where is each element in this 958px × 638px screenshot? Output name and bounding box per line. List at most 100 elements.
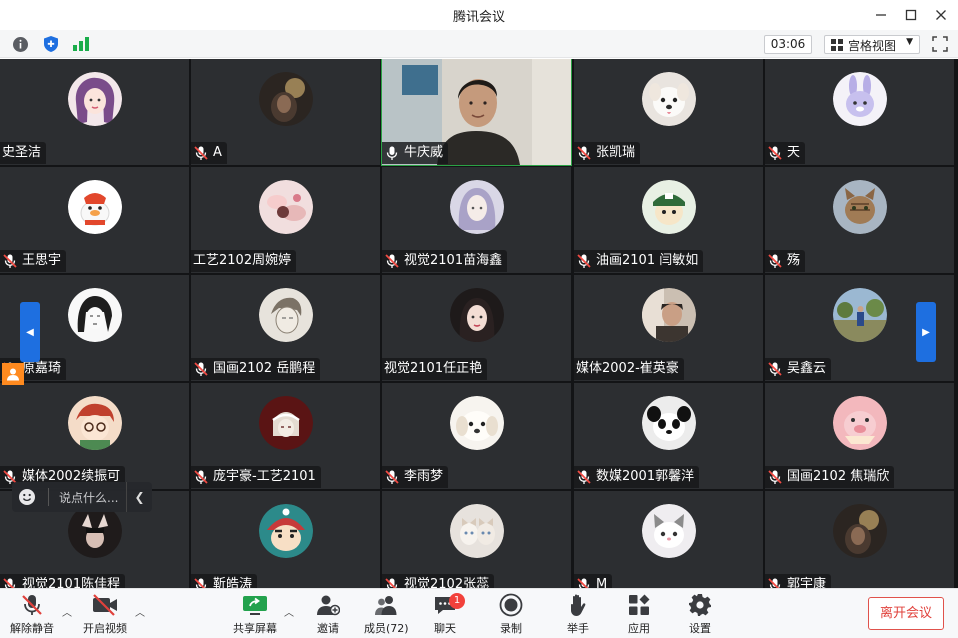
- leave-meeting-button[interactable]: 离开会议: [868, 597, 944, 630]
- raise-hand-button[interactable]: 举手: [564, 592, 592, 638]
- chevron-left-icon: ◀: [26, 326, 34, 338]
- view-mode-label: 宫格视图: [848, 39, 897, 53]
- minimize-button[interactable]: [869, 4, 893, 26]
- window-title: 腾讯会议: [452, 10, 505, 25]
- participant-name-label: 王思宇: [0, 250, 67, 272]
- participant-tile[interactable]: 郭宇康: [765, 491, 954, 588]
- avatar: [68, 288, 122, 342]
- chevron-up-icon: ︿: [284, 608, 294, 619]
- start-video-button[interactable]: 开启视频: [83, 592, 127, 638]
- participant-tile[interactable]: 媒体2002续振可: [0, 383, 189, 489]
- participant-name-label: 数媒2001郭馨洋: [574, 466, 700, 488]
- members-button[interactable]: 成员(72): [364, 592, 409, 638]
- mic-muted-icon: [768, 362, 782, 376]
- invite-button[interactable]: 邀请: [314, 592, 342, 638]
- avatar: [259, 288, 313, 342]
- participant-name: 工艺2102周婉婷: [193, 253, 292, 268]
- participant-tile[interactable]: 庞宇豪-工艺2101: [191, 383, 380, 489]
- mic-muted-icon: [194, 578, 207, 588]
- participant-tile[interactable]: 国画2102 岳鹏程: [191, 275, 380, 381]
- participant-tile[interactable]: M: [574, 491, 763, 588]
- record-button[interactable]: 录制: [497, 592, 525, 638]
- participant-name: A: [213, 145, 222, 160]
- host-person-icon: [7, 368, 19, 381]
- participant-name: M: [596, 577, 608, 588]
- participant-name-label: 史圣洁: [0, 142, 47, 164]
- share-screen-button[interactable]: 共享屏幕: [233, 592, 277, 638]
- participant-tile[interactable]: 王思宇: [0, 167, 189, 273]
- avatar: [833, 180, 887, 234]
- participant-name-label: 国画2102 焦瑞欣: [765, 466, 895, 488]
- participant-name-label: 媒体2002-崔英豪: [574, 358, 684, 380]
- avatar: [450, 396, 504, 450]
- participant-tile[interactable]: 史圣洁: [0, 59, 189, 165]
- avatar: [259, 396, 313, 450]
- participant-tile[interactable]: 天: [765, 59, 954, 165]
- security-button[interactable]: [42, 35, 60, 53]
- grid-view-icon: [831, 39, 843, 51]
- mic-muted-icon: [384, 469, 400, 485]
- mic-muted-icon: [384, 253, 400, 269]
- collapse-chat-button[interactable]: ❮: [126, 482, 152, 512]
- participant-name: 牛庆威: [404, 145, 444, 160]
- participant-name-label: 视觉2101陈佳程: [0, 574, 126, 588]
- mic-muted-icon: [577, 146, 591, 160]
- participant-name: 王思宇: [22, 253, 62, 268]
- participant-name-label: 油画2101 闫敏如: [574, 250, 704, 272]
- participant-tile[interactable]: 牛庆威: [381, 59, 572, 166]
- record-icon: [499, 593, 523, 617]
- mic-muted-icon: [2, 577, 18, 588]
- participant-tile[interactable]: 张凯瑞: [574, 59, 763, 165]
- next-page-button[interactable]: ▶: [916, 302, 936, 362]
- view-mode-select[interactable]: 宫格视图 ▼: [824, 35, 920, 54]
- mic-muted-icon: [767, 469, 783, 485]
- quick-chat-input[interactable]: 说点什么... ❮: [12, 482, 152, 512]
- emoji-button[interactable]: [12, 482, 42, 512]
- participant-name: 天: [787, 145, 801, 160]
- mic-muted-icon: [576, 469, 592, 485]
- avatar: [833, 504, 887, 558]
- avatar: [450, 288, 504, 342]
- settings-button[interactable]: 设置: [686, 592, 714, 638]
- unmute-label: 解除静音: [10, 622, 54, 635]
- host-badge: [2, 363, 24, 385]
- participant-tile[interactable]: 国画2102 焦瑞欣: [765, 383, 954, 489]
- participant-tile[interactable]: 油画2101 闫敏如: [574, 167, 763, 273]
- participant-tile[interactable]: 工艺2102周婉婷: [191, 167, 380, 273]
- participant-name: 靳皓涛: [213, 577, 253, 588]
- participant-name-label: 李雨梦: [382, 466, 449, 488]
- apps-button[interactable]: 应用: [625, 592, 653, 638]
- unmute-button[interactable]: 解除静音: [10, 592, 54, 638]
- shield-icon: [44, 36, 58, 52]
- participant-tile[interactable]: 李雨梦: [382, 383, 571, 489]
- share-options-button[interactable]: ︿: [284, 604, 294, 619]
- participant-tile[interactable]: 殇: [765, 167, 954, 273]
- mic-muted-icon: [385, 470, 399, 484]
- network-status-button[interactable]: [72, 35, 90, 53]
- participant-tile[interactable]: 视觉2102张蕊: [382, 491, 571, 588]
- mic-muted-icon: [193, 577, 209, 588]
- close-button[interactable]: [929, 4, 953, 26]
- participant-name-label: A: [191, 142, 227, 164]
- video-options-button[interactable]: ︿: [135, 604, 145, 619]
- participant-tile[interactable]: 视觉2101苗海鑫: [382, 167, 571, 273]
- mic-muted-icon: [194, 362, 208, 376]
- avatar: [642, 180, 696, 234]
- fullscreen-button[interactable]: [932, 36, 948, 56]
- mic-muted-icon: [193, 361, 209, 377]
- chat-button[interactable]: 1 聊天: [431, 592, 465, 638]
- participant-name: 国画2102 岳鹏程: [213, 361, 316, 376]
- previous-page-button[interactable]: ◀: [20, 302, 40, 362]
- apps-label: 应用: [628, 622, 650, 635]
- audio-options-button[interactable]: ︿: [62, 604, 72, 619]
- maximize-button[interactable]: [899, 4, 923, 26]
- members-label: 成员(72): [364, 622, 409, 635]
- participant-tile[interactable]: 靳皓涛: [191, 491, 380, 588]
- participant-tile[interactable]: 数媒2001郭馨洋: [574, 383, 763, 489]
- participant-tile[interactable]: 视觉2101任正艳: [382, 275, 571, 381]
- participant-name: 郭宇康: [787, 577, 827, 588]
- hand-icon: [571, 594, 586, 616]
- participant-tile[interactable]: A: [191, 59, 380, 165]
- meeting-info-button[interactable]: [11, 35, 29, 53]
- participant-tile[interactable]: 媒体2002-崔英豪: [574, 275, 763, 381]
